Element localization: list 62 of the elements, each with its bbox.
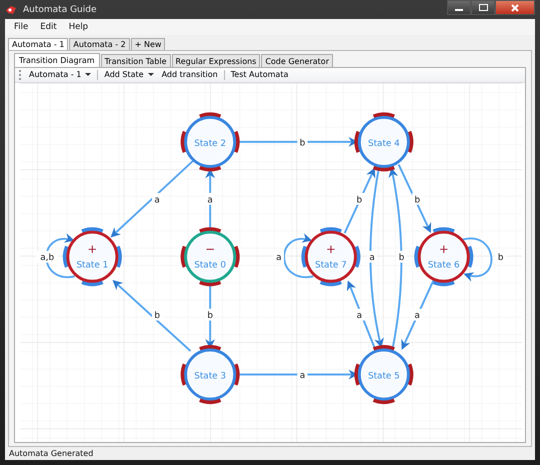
transition-arrow[interactable] [401,278,435,350]
state-sign: + [87,242,98,256]
transition-arrow[interactable] [344,167,376,234]
transition-label: a [354,308,364,321]
transition-label: b [205,308,216,321]
view-tab[interactable]: Transition Diagram [14,53,100,67]
view-tab[interactable]: Regular Expressions [172,54,260,67]
transition-arrow[interactable] [388,167,402,348]
close-icon [511,4,519,12]
toolbar-button[interactable]: Add transition [160,70,220,80]
state-label: State 5 [368,371,400,382]
menu-item[interactable]: Edit [35,21,62,33]
state-label: State 3 [194,371,226,382]
transition-label: a [152,192,162,205]
state-label: State 1 [76,260,108,270]
view-tab[interactable]: Code Generator [261,54,333,67]
document-tab[interactable]: Automata - 1 [8,38,68,50]
state-sign: + [438,242,449,256]
transition-label: b [496,250,506,263]
transition-label: b [152,308,162,321]
maximize-icon [478,4,488,11]
state-node[interactable] [180,227,240,286]
status-text: Automata Generated [9,449,94,458]
transition-label: a [412,308,422,321]
view-tab[interactable]: Transition Table [100,54,170,67]
state-node[interactable] [414,227,474,286]
state-node[interactable] [62,227,122,286]
transition-label: a [274,250,284,263]
menu-item[interactable]: File [9,21,34,33]
state-label: State 4 [368,138,400,149]
close-button[interactable] [495,0,535,15]
state-node[interactable] [180,112,240,172]
state-label: State 2 [194,138,226,149]
state-label: State 6 [428,260,460,270]
state-node[interactable] [180,344,240,404]
window-title: Automata Guide [23,4,97,14]
state-sign: − [205,242,216,256]
transition-arrow[interactable] [283,234,314,278]
toolbar-dropdown[interactable]: Add State [102,70,156,80]
document-tab[interactable]: + New [130,38,166,50]
maximize-button[interactable] [471,0,495,15]
transition-label: b [412,192,422,205]
menu-item[interactable]: Help [64,21,94,33]
transition-label: a [367,250,378,263]
transition-arrow[interactable] [346,280,376,350]
state-node[interactable] [354,112,414,172]
toolbar-button[interactable]: Test Automata [228,70,290,80]
caret-icon [85,72,92,77]
caret-icon [148,72,154,77]
state-node[interactable] [354,344,414,404]
state-node[interactable] [301,227,360,286]
app-icon [5,4,17,14]
transition-label: a [205,192,216,205]
state-label: State 0 [194,260,226,270]
document-tab[interactable]: Automata - 2 [69,38,130,50]
transition-arrow[interactable] [461,237,492,281]
toolbar-grip [19,70,23,80]
toolbar-dropdown[interactable]: Automata - 1 [27,70,94,80]
state-label: State 7 [314,260,347,270]
minimize-button[interactable] [447,0,471,15]
transition-label: b [354,192,364,205]
state-sign: + [326,242,336,256]
